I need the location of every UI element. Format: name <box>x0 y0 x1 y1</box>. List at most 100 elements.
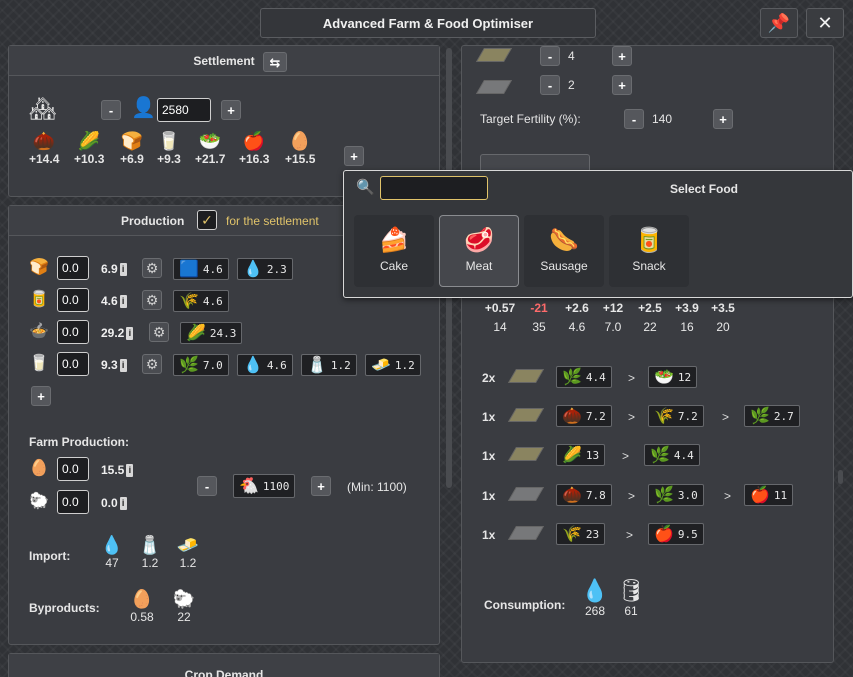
crop-demand-panel: Crop Demand <box>8 653 440 677</box>
ingredient-chip: 🌾 4.6 <box>173 290 229 312</box>
settings-button[interactable]: ⚙ <box>142 258 162 278</box>
bread-icon: 🍞 <box>29 259 49 276</box>
byproduct-value: 0.58 <box>130 610 154 624</box>
water-icon: 💧 <box>243 259 263 278</box>
arrow-icon: > <box>622 449 630 463</box>
corn-icon: 🌽 <box>186 323 206 342</box>
close-button[interactable]: ✕ <box>806 8 844 38</box>
info-icon[interactable]: i <box>126 327 134 341</box>
animals-min-label: (Min: 1100) <box>347 480 407 494</box>
field-minus-button[interactable]: - <box>540 75 560 95</box>
ingredient-chip: 🌿 7.0 <box>173 354 229 376</box>
food-option-sausage[interactable]: 🌭 Sausage <box>524 215 604 287</box>
herb-icon: 🌿 <box>179 355 199 374</box>
animals-plus-button[interactable]: + <box>311 476 331 496</box>
animals-minus-button[interactable]: - <box>197 476 217 496</box>
potato-icon: 🌰 <box>562 406 582 425</box>
fertility-minus-button[interactable]: - <box>624 109 644 129</box>
crop-demand-header[interactable]: Crop Demand <box>9 654 439 677</box>
salt-icon: 🧂 <box>307 355 327 374</box>
add-production-button[interactable]: + <box>31 386 51 406</box>
pin-button[interactable]: 📌 <box>760 8 798 38</box>
chip-value: 11 <box>773 488 788 502</box>
chip-value: 2.7 <box>773 409 794 423</box>
info-icon[interactable]: i <box>119 295 127 309</box>
settlement-checkbox[interactable]: ✓ <box>197 210 217 230</box>
summary-bottom: 20 <box>716 320 730 334</box>
right-scrollbar[interactable] <box>838 470 843 484</box>
rotation-multiplier: 1x <box>482 489 496 503</box>
gear-icon: ⚙ <box>145 291 159 308</box>
target-fertility-label: Target Fertility (%): <box>480 112 581 126</box>
field-plus-button[interactable]: + <box>612 46 632 66</box>
population-minus-button[interactable]: - <box>101 100 121 120</box>
info-icon[interactable]: i <box>119 497 127 511</box>
production-input[interactable]: 0.0 <box>57 352 89 376</box>
add-resource-button[interactable]: + <box>344 146 364 166</box>
byproducts-label: Byproducts: <box>29 601 100 615</box>
settings-button[interactable]: ⚙ <box>149 322 169 342</box>
pot-icon: 🍲 <box>29 323 49 340</box>
resource-value: +6.9 <box>120 152 144 166</box>
resource-3: 🍞 +6.9 <box>117 132 147 166</box>
herb-icon: 🌿 <box>562 367 582 386</box>
settlement-title: Settlement <box>193 53 255 68</box>
production-value-text: 9.3 <box>101 358 118 372</box>
search-input[interactable] <box>380 176 488 200</box>
byproduct-item: 🐑 22 <box>169 590 199 624</box>
checkbox-label: for the settlement <box>226 214 319 228</box>
consumption-item: 🛢 61 <box>616 580 646 619</box>
production-input[interactable]: 0.0 <box>57 256 89 280</box>
crop-chip: 🌰 7.8 <box>556 484 612 506</box>
arrow-icon: > <box>628 489 636 503</box>
consumption-value: 61 <box>624 604 638 618</box>
popup-title: Select Food <box>670 182 739 196</box>
farm-value: 0.0 i <box>101 496 127 511</box>
farm-input[interactable]: 0.0 <box>57 457 89 481</box>
field-plus-button[interactable]: + <box>612 75 632 95</box>
food-option-meat[interactable]: 🥩 Meat <box>439 215 519 287</box>
animal-count[interactable]: 🐔 1100 <box>233 474 296 498</box>
chip-value: 23 <box>585 527 600 541</box>
settlement-icon: 🏘 <box>29 96 57 121</box>
settings-button[interactable]: ⚙ <box>142 290 162 310</box>
fertility-plus-button[interactable]: + <box>713 109 733 129</box>
summary-top: +0.57 <box>484 301 516 315</box>
food-label: Snack <box>632 259 666 273</box>
production-input[interactable]: 0.0 <box>57 288 89 312</box>
app-window: Advanced Farm & Food Optimiser 📌 ✕ Settl… <box>0 0 853 677</box>
summary-top: +2.5 <box>638 301 662 315</box>
rotation-multiplier: 1x <box>482 410 496 424</box>
rotation-multiplier: 1x <box>482 449 496 463</box>
resource-icon: 🌽 <box>77 131 101 151</box>
summary-top: +2.6 <box>565 301 589 315</box>
settings-button[interactable]: ⚙ <box>142 354 162 374</box>
field-icon <box>507 526 545 543</box>
wheat-icon: 🌾 <box>654 406 674 425</box>
resource-value: +21.7 <box>195 152 226 166</box>
field-count: 4 <box>568 49 575 63</box>
info-icon[interactable]: i <box>126 464 134 478</box>
swap-button[interactable]: ⇆ <box>263 52 287 72</box>
production-value: 29.2 i <box>101 326 134 341</box>
fruit-icon: 🍎 <box>654 524 674 543</box>
population-input[interactable]: 2580 <box>157 98 211 122</box>
food-option-snack[interactable]: 🥫 Snack <box>609 215 689 287</box>
fruit-icon: 🍎 <box>750 485 770 504</box>
population-plus-button[interactable]: + <box>221 100 241 120</box>
water-icon: 💧 <box>100 535 124 555</box>
consumption-item: 💧 268 <box>580 580 610 619</box>
wheat-icon: 🌾 <box>179 291 199 310</box>
crop-chip: 🥗 12 <box>648 366 698 388</box>
info-icon[interactable]: i <box>119 359 127 373</box>
info-icon[interactable]: i <box>119 263 127 277</box>
butter-icon: 🧈 <box>176 535 200 555</box>
food-option-cake[interactable]: 🍰 Cake <box>354 215 434 287</box>
rotation-multiplier: 2x <box>482 371 496 385</box>
production-input[interactable]: 0.0 <box>57 320 89 344</box>
farm-input[interactable]: 0.0 <box>57 490 89 514</box>
resource-value: +14.4 <box>29 152 60 166</box>
gear-icon: ⚙ <box>152 323 166 340</box>
resource-4: 🥛 +9.3 <box>154 132 184 166</box>
field-minus-button[interactable]: - <box>540 46 560 66</box>
